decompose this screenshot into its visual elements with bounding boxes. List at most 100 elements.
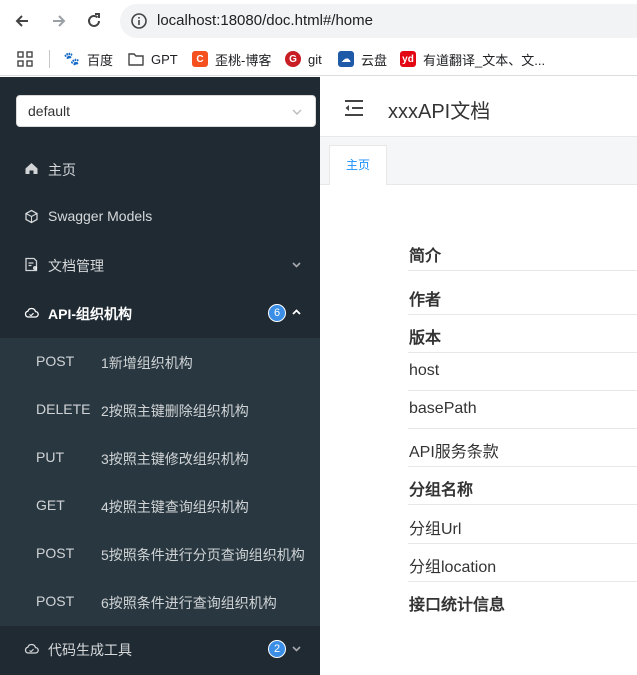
bookmark-label: 百度 (87, 52, 114, 68)
api-name: 6按照条件进行查询组织机构 (101, 595, 277, 611)
chevron-up-icon (292, 309, 301, 315)
info-row-host: host (408, 353, 637, 391)
info-label: API服务条款 (409, 444, 499, 461)
info-label: 简介 (409, 248, 442, 265)
http-method: PUT (36, 449, 64, 465)
info-label: 接口统计信息 (409, 597, 506, 614)
bookmark-cloud[interactable]: ☁ 云盘 (338, 49, 387, 69)
info-row-group-name: 分组名称 (408, 467, 637, 505)
info-row-version: 版本 (408, 315, 637, 353)
info-row-terms: API服务条款 (408, 429, 637, 467)
browser-toolbar: localhost:18080/doc.html#/home (0, 0, 637, 42)
bookmarks-bar: 🐾 百度 GPT C 歪桃-博客 G git ☁ 云盘 yd 有道翻译_文本、文… (0, 42, 637, 76)
api-submenu: POST 1新增组织机构 DELETE 2按照主键删除组织机构 PUT 3按照主… (0, 338, 320, 626)
bookmark-git[interactable]: G git (285, 49, 322, 69)
reload-icon (88, 13, 100, 27)
http-method: POST (36, 593, 75, 609)
http-method: POST (36, 353, 75, 369)
menu-item-swagger-models[interactable]: Swagger Models (0, 193, 320, 241)
bookmark-blog[interactable]: C 歪桃-博客 (192, 49, 271, 69)
url-text: localhost:18080/doc.html#/home (157, 12, 373, 29)
info-row-group-location: 分组location (408, 544, 637, 582)
menu-label: 代码生成工具 (48, 642, 132, 658)
api-item[interactable]: PUT 3按照主键修改组织机构 (0, 434, 320, 482)
blog-c-icon: C (192, 51, 208, 67)
menu-item-api-org[interactable]: API-组织机构 6 (0, 289, 320, 337)
bookmark-label: GPT (151, 51, 178, 67)
api-name: 4按照主键查询组织机构 (101, 499, 249, 515)
tab-home[interactable]: 主页 (329, 145, 387, 185)
info-row-author: 作者 (408, 277, 637, 315)
chevron-down-icon (292, 646, 301, 652)
baidu-paw-icon: 🐾 (63, 51, 81, 66)
info-row-basepath: basePath (408, 391, 637, 429)
http-method: DELETE (36, 401, 91, 417)
cloud-icon (24, 643, 39, 654)
bookmark-youdao[interactable]: yd 有道翻译_文本、文... (400, 49, 545, 69)
cloud-drive-icon: ☁ (338, 51, 354, 67)
info-row-api-stats: 接口统计信息 (408, 582, 637, 620)
bookmark-label: 有道翻译_文本、文... (423, 52, 546, 68)
site-info-icon[interactable] (130, 12, 148, 30)
bookmark-gpt[interactable]: GPT (128, 49, 178, 69)
doc-manage-icon (25, 257, 38, 272)
bookmarks-separator (49, 50, 50, 68)
page-title: xxxAPI文档 (388, 101, 491, 123)
info-label: basePath (409, 400, 477, 417)
arrow-left-icon (15, 15, 28, 27)
home-icon (25, 163, 38, 174)
reload-button[interactable] (82, 9, 106, 33)
api-count-badge: 6 (268, 304, 286, 322)
menu-item-codegen[interactable]: 代码生成工具 2 (0, 625, 320, 673)
arrow-right-icon (53, 15, 66, 27)
main-header: xxxAPI文档 (320, 77, 637, 137)
back-button[interactable] (10, 9, 34, 33)
bookmark-label: 歪桃-博客 (215, 52, 272, 68)
models-icon (25, 209, 38, 224)
api-item[interactable]: POST 1新增组织机构 (0, 338, 320, 386)
chevron-down-icon (292, 109, 302, 115)
group-select-value: default (28, 103, 71, 119)
api-item[interactable]: POST 6按照条件进行查询组织机构 (0, 578, 320, 626)
api-name: 5按照条件进行分页查询组织机构 (101, 547, 305, 563)
gitee-icon: G (285, 51, 301, 67)
youdao-icon: yd (400, 51, 416, 67)
folder-icon (128, 53, 144, 66)
menu-item-home[interactable]: 主页 (0, 145, 320, 193)
menu-fold-icon[interactable] (344, 99, 364, 117)
sidebar: default 主页 Swagger Models 文档管理 API-组织机构 … (0, 77, 320, 675)
api-item[interactable]: POST 5按照条件进行分页查询组织机构 (0, 530, 320, 578)
info-label: host (409, 362, 440, 379)
menu-label: Swagger Models (48, 208, 153, 224)
main-content: xxxAPI文档 主页 简介 作者 版本 host basePath API服务… (320, 77, 637, 675)
api-name: 1新增组织机构 (101, 355, 193, 371)
menu-label: 主页 (48, 162, 76, 178)
menu-item-doc-manage[interactable]: 文档管理 (0, 241, 320, 289)
info-label: 分组location (409, 559, 497, 576)
info-label: 作者 (409, 292, 442, 309)
api-item[interactable]: DELETE 2按照主键删除组织机构 (0, 386, 320, 434)
bookmark-label: 云盘 (361, 52, 388, 68)
codegen-count-badge: 2 (268, 640, 286, 658)
apps-grid-icon[interactable] (17, 51, 33, 67)
info-row-intro: 简介 (408, 233, 637, 271)
menu-label: 文档管理 (48, 258, 104, 274)
cloud-icon (24, 307, 39, 318)
api-item[interactable]: GET 4按照主键查询组织机构 (0, 482, 320, 530)
info-label: 分组Url (409, 521, 462, 538)
tab-bar: 主页 (320, 137, 637, 185)
api-name: 2按照主键删除组织机构 (101, 403, 249, 419)
api-name: 3按照主键修改组织机构 (101, 451, 249, 467)
group-select[interactable]: default (16, 95, 316, 127)
forward-button[interactable] (47, 9, 71, 33)
http-method: GET (36, 497, 65, 513)
http-method: POST (36, 545, 75, 561)
bookmark-label: git (308, 51, 322, 67)
info-label: 分组名称 (409, 482, 474, 499)
bookmark-baidu[interactable]: 🐾 百度 (64, 49, 113, 69)
menu-label: API-组织机构 (48, 306, 132, 322)
info-label: 版本 (409, 330, 442, 347)
info-row-group-url: 分组Url (408, 506, 637, 544)
chevron-down-icon (292, 262, 301, 268)
address-bar[interactable]: localhost:18080/doc.html#/home (120, 4, 637, 38)
